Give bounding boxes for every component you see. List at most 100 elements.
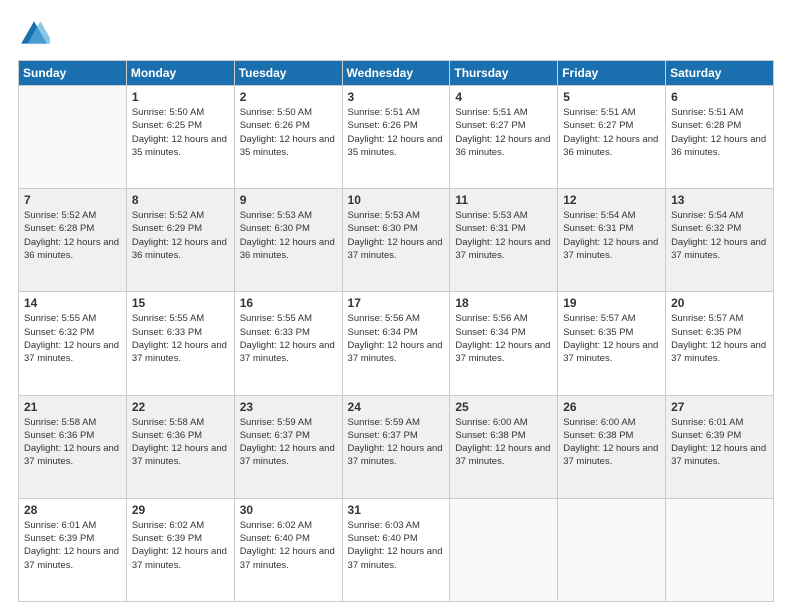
cell-sun-info: Sunrise: 5:54 AMSunset: 6:31 PMDaylight:…: [563, 209, 660, 262]
day-number: 13: [671, 193, 768, 207]
calendar-cell: 13 Sunrise: 5:54 AMSunset: 6:32 PMDayligh…: [666, 189, 774, 292]
day-number: 23: [240, 400, 337, 414]
cell-sun-info: Sunrise: 5:55 AMSunset: 6:33 PMDaylight:…: [132, 312, 229, 365]
logo: [18, 18, 54, 50]
calendar-cell: 17 Sunrise: 5:56 AMSunset: 6:34 PMDayligh…: [342, 292, 450, 395]
cell-sun-info: Sunrise: 5:50 AMSunset: 6:25 PMDaylight:…: [132, 106, 229, 159]
day-number: 8: [132, 193, 229, 207]
calendar-week-row: 21 Sunrise: 5:58 AMSunset: 6:36 PMDayligh…: [19, 395, 774, 498]
calendar-cell: 18Sunrise: 5:56 AMSunset: 6:34 PMDayligh…: [450, 292, 558, 395]
calendar-cell: [558, 498, 666, 601]
cell-sun-info: Sunrise: 5:51 AMSunset: 6:27 PMDaylight:…: [455, 106, 552, 159]
calendar-day-header: Sunday: [19, 61, 127, 86]
calendar-cell: 8 Sunrise: 5:52 AMSunset: 6:29 PMDaylight…: [126, 189, 234, 292]
day-number: 5: [563, 90, 660, 104]
day-number: 3: [348, 90, 445, 104]
day-number: 9: [240, 193, 337, 207]
calendar-cell: 11 Sunrise: 5:53 AMSunset: 6:31 PMDayligh…: [450, 189, 558, 292]
calendar-week-row: 7 Sunrise: 5:52 AMSunset: 6:28 PMDaylight…: [19, 189, 774, 292]
calendar-day-header: Wednesday: [342, 61, 450, 86]
calendar-cell: 14 Sunrise: 5:55 AMSunset: 6:32 PMDayligh…: [19, 292, 127, 395]
day-number: 4: [455, 90, 552, 104]
day-number: 15: [132, 296, 229, 310]
cell-sun-info: Sunrise: 6:00 AMSunset: 6:38 PMDaylight:…: [455, 416, 552, 469]
calendar-cell: 27Sunrise: 6:01 AMSunset: 6:39 PMDayligh…: [666, 395, 774, 498]
cell-sun-info: Sunrise: 5:51 AMSunset: 6:27 PMDaylight:…: [563, 106, 660, 159]
calendar-cell: 19Sunrise: 5:57 AMSunset: 6:35 PMDayligh…: [558, 292, 666, 395]
calendar-table: SundayMondayTuesdayWednesdayThursdayFrid…: [18, 60, 774, 602]
day-number: 2: [240, 90, 337, 104]
cell-sun-info: Sunrise: 5:53 AMSunset: 6:30 PMDaylight:…: [348, 209, 445, 262]
calendar-day-header: Friday: [558, 61, 666, 86]
cell-sun-info: Sunrise: 5:58 AMSunset: 6:36 PMDaylight:…: [24, 416, 121, 469]
calendar-week-row: 14 Sunrise: 5:55 AMSunset: 6:32 PMDayligh…: [19, 292, 774, 395]
day-number: 7: [24, 193, 121, 207]
day-number: 26: [563, 400, 660, 414]
calendar-cell: 3 Sunrise: 5:51 AMSunset: 6:26 PMDaylight…: [342, 86, 450, 189]
cell-sun-info: Sunrise: 5:55 AMSunset: 6:32 PMDaylight:…: [24, 312, 121, 365]
cell-sun-info: Sunrise: 6:03 AMSunset: 6:40 PMDaylight:…: [348, 519, 445, 572]
cell-sun-info: Sunrise: 5:59 AMSunset: 6:37 PMDaylight:…: [240, 416, 337, 469]
day-number: 27: [671, 400, 768, 414]
calendar-day-header: Monday: [126, 61, 234, 86]
cell-sun-info: Sunrise: 5:57 AMSunset: 6:35 PMDaylight:…: [671, 312, 768, 365]
calendar-day-header: Thursday: [450, 61, 558, 86]
day-number: 25: [455, 400, 552, 414]
calendar-cell: 20 Sunrise: 5:57 AMSunset: 6:35 PMDayligh…: [666, 292, 774, 395]
cell-sun-info: Sunrise: 5:56 AMSunset: 6:34 PMDaylight:…: [348, 312, 445, 365]
calendar-cell: 26 Sunrise: 6:00 AMSunset: 6:38 PMDayligh…: [558, 395, 666, 498]
cell-sun-info: Sunrise: 5:52 AMSunset: 6:29 PMDaylight:…: [132, 209, 229, 262]
calendar-header-row: SundayMondayTuesdayWednesdayThursdayFrid…: [19, 61, 774, 86]
cell-sun-info: Sunrise: 5:58 AMSunset: 6:36 PMDaylight:…: [132, 416, 229, 469]
day-number: 11: [455, 193, 552, 207]
day-number: 1: [132, 90, 229, 104]
calendar-cell: 25 Sunrise: 6:00 AMSunset: 6:38 PMDayligh…: [450, 395, 558, 498]
day-number: 14: [24, 296, 121, 310]
calendar-cell: 24 Sunrise: 5:59 AMSunset: 6:37 PMDayligh…: [342, 395, 450, 498]
cell-sun-info: Sunrise: 5:57 AMSunset: 6:35 PMDaylight:…: [563, 312, 660, 365]
calendar-cell: 21 Sunrise: 5:58 AMSunset: 6:36 PMDayligh…: [19, 395, 127, 498]
day-number: 28: [24, 503, 121, 517]
day-number: 21: [24, 400, 121, 414]
day-number: 24: [348, 400, 445, 414]
cell-sun-info: Sunrise: 6:02 AMSunset: 6:40 PMDaylight:…: [240, 519, 337, 572]
calendar-cell: 10 Sunrise: 5:53 AMSunset: 6:30 PMDayligh…: [342, 189, 450, 292]
calendar-day-header: Tuesday: [234, 61, 342, 86]
calendar-cell: 31 Sunrise: 6:03 AMSunset: 6:40 PMDayligh…: [342, 498, 450, 601]
day-number: 20: [671, 296, 768, 310]
cell-sun-info: Sunrise: 5:51 AMSunset: 6:26 PMDaylight:…: [348, 106, 445, 159]
cell-sun-info: Sunrise: 5:53 AMSunset: 6:31 PMDaylight:…: [455, 209, 552, 262]
calendar-cell: [19, 86, 127, 189]
calendar-cell: 2Sunrise: 5:50 AMSunset: 6:26 PMDaylight…: [234, 86, 342, 189]
header: [18, 18, 774, 50]
calendar-cell: 1 Sunrise: 5:50 AMSunset: 6:25 PMDaylight…: [126, 86, 234, 189]
calendar-cell: 29Sunrise: 6:02 AMSunset: 6:39 PMDayligh…: [126, 498, 234, 601]
calendar-week-row: 28Sunrise: 6:01 AMSunset: 6:39 PMDayligh…: [19, 498, 774, 601]
calendar-cell: 4 Sunrise: 5:51 AMSunset: 6:27 PMDaylight…: [450, 86, 558, 189]
cell-sun-info: Sunrise: 5:51 AMSunset: 6:28 PMDaylight:…: [671, 106, 768, 159]
cell-sun-info: Sunrise: 6:00 AMSunset: 6:38 PMDaylight:…: [563, 416, 660, 469]
cell-sun-info: Sunrise: 5:53 AMSunset: 6:30 PMDaylight:…: [240, 209, 337, 262]
calendar-cell: 5 Sunrise: 5:51 AMSunset: 6:27 PMDaylight…: [558, 86, 666, 189]
calendar-cell: 12Sunrise: 5:54 AMSunset: 6:31 PMDayligh…: [558, 189, 666, 292]
cell-sun-info: Sunrise: 6:02 AMSunset: 6:39 PMDaylight:…: [132, 519, 229, 572]
calendar-day-header: Saturday: [666, 61, 774, 86]
calendar-week-row: 1 Sunrise: 5:50 AMSunset: 6:25 PMDaylight…: [19, 86, 774, 189]
calendar-cell: [666, 498, 774, 601]
calendar-cell: 23 Sunrise: 5:59 AMSunset: 6:37 PMDayligh…: [234, 395, 342, 498]
cell-sun-info: Sunrise: 5:59 AMSunset: 6:37 PMDaylight:…: [348, 416, 445, 469]
day-number: 22: [132, 400, 229, 414]
day-number: 10: [348, 193, 445, 207]
cell-sun-info: Sunrise: 5:52 AMSunset: 6:28 PMDaylight:…: [24, 209, 121, 262]
day-number: 17: [348, 296, 445, 310]
calendar-cell: 9 Sunrise: 5:53 AMSunset: 6:30 PMDaylight…: [234, 189, 342, 292]
day-number: 31: [348, 503, 445, 517]
page: SundayMondayTuesdayWednesdayThursdayFrid…: [0, 0, 792, 612]
cell-sun-info: Sunrise: 5:54 AMSunset: 6:32 PMDaylight:…: [671, 209, 768, 262]
logo-icon: [18, 18, 50, 50]
cell-sun-info: Sunrise: 5:55 AMSunset: 6:33 PMDaylight:…: [240, 312, 337, 365]
calendar-cell: 22 Sunrise: 5:58 AMSunset: 6:36 PMDayligh…: [126, 395, 234, 498]
day-number: 6: [671, 90, 768, 104]
day-number: 30: [240, 503, 337, 517]
calendar-cell: 15 Sunrise: 5:55 AMSunset: 6:33 PMDayligh…: [126, 292, 234, 395]
